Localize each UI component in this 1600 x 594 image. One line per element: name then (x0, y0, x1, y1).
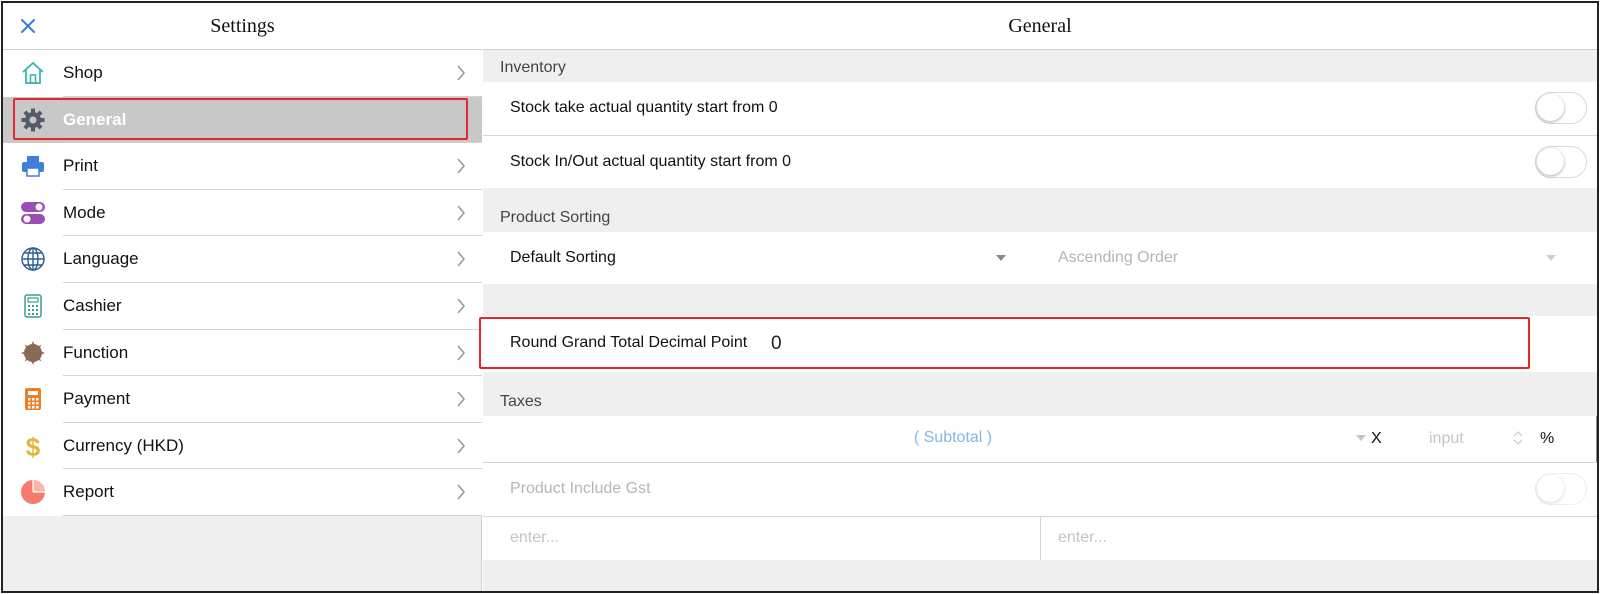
sidebar-item-report[interactable]: Report (3, 469, 482, 516)
sidebar-item-language[interactable]: Language (3, 236, 482, 283)
chevron-right-icon (457, 391, 466, 407)
section-label-taxes: Taxes (500, 393, 542, 410)
setting-row-tax-rate: ( Subtotal ) X input % (483, 416, 1597, 462)
tax-field-input-2[interactable]: enter... (1058, 529, 1107, 547)
setting-label: Round Grand Total Decimal Point (510, 334, 748, 351)
sidebar-item-general[interactable]: General (3, 96, 482, 144)
toggle-knob (1537, 475, 1564, 502)
sort-order-value: Ascending Order (1058, 249, 1179, 266)
page-title: General (1008, 15, 1072, 37)
chevron-right-icon (457, 158, 466, 174)
tax-base-dropdown[interactable]: ( Subtotal ) (483, 416, 1371, 462)
sidebar-item-function[interactable]: Function (3, 329, 482, 377)
sort-by-value: Default Sorting (510, 249, 616, 266)
pie-chart-icon (21, 480, 45, 505)
sidebar-item-print[interactable]: Print (3, 143, 482, 190)
setting-row-tax-fields: enter... enter... (483, 517, 1597, 560)
printer-icon (22, 156, 44, 177)
sidebar-item-label: Cashier (63, 295, 122, 315)
general-panel: General Inventory Stock take actual quan… (483, 3, 1597, 591)
payment-calculator-icon (25, 388, 41, 411)
stock-take-toggle[interactable] (1535, 92, 1587, 124)
tax-base-value: ( Subtotal ) (913, 429, 993, 446)
section-label-product-sorting: Product Sorting (500, 209, 611, 226)
sidebar-item-cashier[interactable]: Cashier (3, 282, 482, 330)
chevron-right-icon (457, 65, 466, 81)
home-icon (22, 61, 44, 84)
multiply-sign: X (1371, 430, 1382, 447)
setting-label: Product Include Gst (510, 480, 651, 497)
chevron-right-icon (457, 298, 466, 314)
stock-inout-toggle[interactable] (1535, 146, 1587, 178)
sidebar-item-mode[interactable]: Mode (3, 189, 482, 237)
include-gst-toggle[interactable] (1535, 473, 1587, 505)
app-window: Settings Shop General Print Mode Languag… (1, 1, 1599, 593)
round-decimal-input[interactable]: 0 (771, 333, 782, 355)
setting-row-stock-take: Stock take actual quantity start from 0 (483, 82, 1597, 135)
tax-field-input-1[interactable]: enter... (510, 529, 559, 547)
stepper-icon[interactable] (1512, 429, 1524, 447)
setting-label: Stock take actual quantity start from 0 (510, 99, 778, 116)
function-gear-icon (21, 340, 45, 365)
sort-order-dropdown[interactable]: Ascending Order (1031, 232, 1569, 284)
chevron-right-icon (457, 484, 466, 500)
sort-by-dropdown[interactable]: Default Sorting (483, 232, 1011, 284)
chevron-down-icon (1356, 435, 1366, 441)
tax-rate-input[interactable]: input (1429, 430, 1464, 448)
sidebar-item-label: General (63, 109, 127, 129)
cashier-calculator-icon (24, 294, 42, 318)
toggle-mode-icon (21, 201, 45, 224)
chevron-right-icon (457, 251, 466, 267)
chevron-right-icon (457, 205, 466, 221)
setting-row-stock-inout: Stock In/Out actual quantity start from … (483, 136, 1597, 188)
globe-icon (21, 247, 45, 272)
chevron-down-icon (1546, 255, 1556, 261)
sidebar-header: Settings (3, 3, 482, 50)
sidebar-item-label: Function (63, 342, 129, 362)
sidebar-item-payment[interactable]: Payment (3, 376, 482, 423)
setting-row-round-decimal: Round Grand Total Decimal Point 0 (483, 316, 1597, 372)
svg-text:$: $ (26, 433, 41, 459)
sidebar-title: Settings (210, 15, 275, 37)
toggle-knob (1537, 148, 1564, 175)
sidebar-item-label: Payment (63, 389, 131, 409)
chevron-right-icon (457, 438, 466, 454)
setting-label: Stock In/Out actual quantity start from … (510, 153, 792, 170)
chevron-right-icon (457, 345, 466, 361)
settings-sidebar: Settings Shop General Print Mode Languag… (3, 3, 482, 591)
setting-row-include-gst: Product Include Gst (483, 463, 1597, 516)
main-header: General (483, 3, 1597, 50)
toggle-knob (1537, 94, 1564, 121)
sidebar-item-label: Shop (63, 63, 103, 82)
dollar-icon: $ (26, 433, 41, 459)
setting-row-sorting: Default Sorting Ascending Order (483, 232, 1597, 284)
sidebar-item-label: Mode (63, 202, 106, 222)
section-label-inventory: Inventory (500, 59, 566, 76)
chevron-down-icon (996, 255, 1006, 261)
sidebar-item-currency[interactable]: $ Currency (HKD) (3, 422, 482, 470)
settings-menu: Shop General Print Mode Language Cashier… (3, 50, 482, 516)
sidebar-item-label: Language (63, 249, 139, 269)
sidebar-item-shop[interactable]: Shop (3, 50, 482, 97)
sidebar-item-label: Print (63, 156, 98, 176)
sidebar-item-label: Report (63, 482, 115, 502)
gear-icon (21, 108, 45, 132)
percent-sign: % (1540, 430, 1555, 447)
field-divider (1040, 517, 1041, 560)
sidebar-item-label: Currency (HKD) (63, 435, 184, 455)
